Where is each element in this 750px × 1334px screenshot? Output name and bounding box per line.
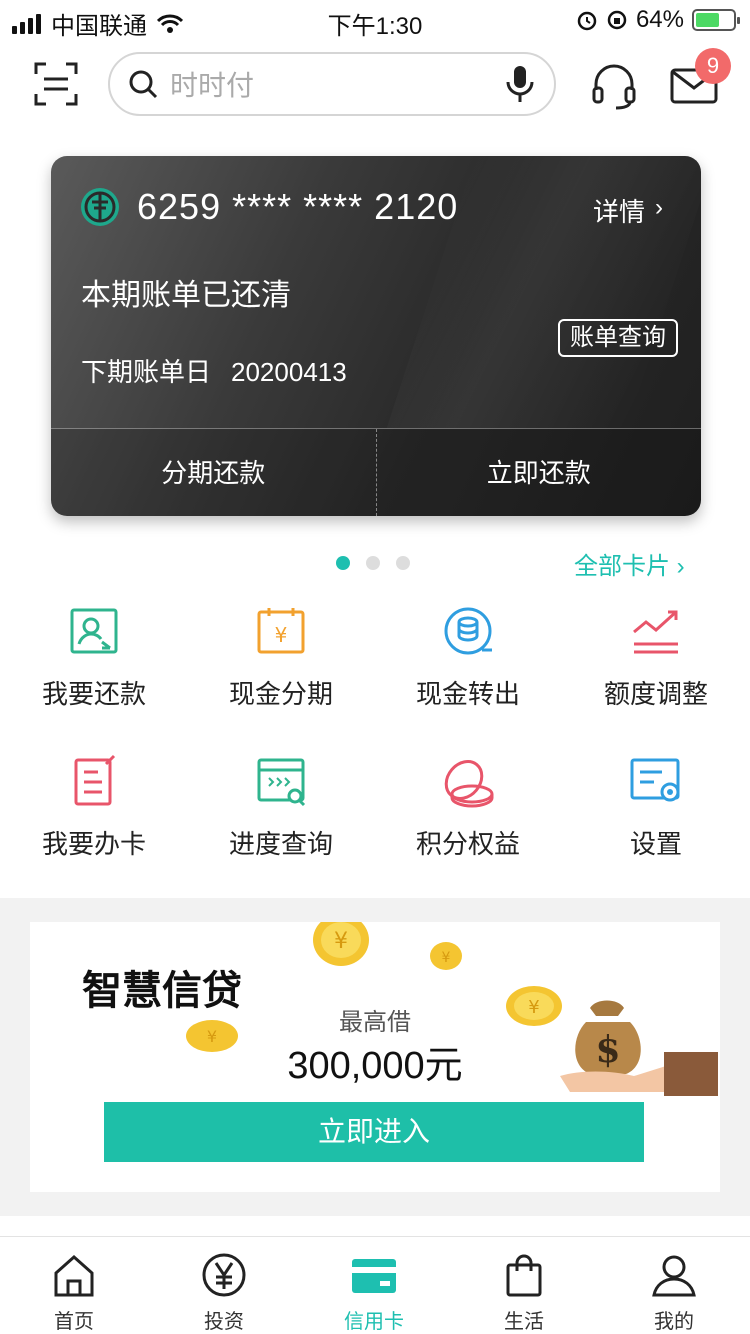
tab-label: 首页 — [54, 1311, 94, 1333]
search-input[interactable]: 时时付 — [108, 52, 556, 116]
tab-invest[interactable]: 投资 — [164, 1251, 284, 1334]
yen-icon — [202, 1253, 246, 1297]
grid-label: 我要办卡 — [41, 829, 146, 859]
user-icon — [652, 1255, 696, 1297]
tab-label: 投资 — [204, 1311, 244, 1333]
battery-icon — [692, 9, 740, 31]
svg-text:¥: ¥ — [275, 623, 288, 647]
smart-loan-banner[interactable]: ¥ ¥ ¥ ¥ $ 智慧信贷 最高借 300,000元 立即进入 — [30, 922, 720, 1192]
grid-item-repay[interactable]: 我要还款 — [0, 604, 188, 711]
grid-label: 积分权益 — [415, 829, 520, 859]
grid-item-progress-query[interactable]: 进度查询 — [187, 754, 375, 861]
message-badge: 9 — [695, 48, 731, 84]
tab-mine[interactable]: 我的 — [614, 1251, 734, 1334]
credit-card-panel[interactable]: 6259 **** **** 2120 详情 › 本期账单已还清 账单查询 下期… — [51, 156, 701, 516]
grid-item-cash-transfer[interactable]: 现金转出 — [374, 604, 562, 711]
tab-home[interactable]: 首页 — [14, 1251, 134, 1334]
grid-label: 进度查询 — [228, 829, 333, 859]
next-bill-label: 下期账单日 — [81, 357, 212, 387]
grid-item-settings[interactable]: 设置 — [562, 754, 750, 861]
microphone-icon[interactable] — [504, 64, 536, 104]
all-cards-label: 全部卡片 — [574, 553, 670, 580]
progress-query-icon — [257, 758, 306, 807]
next-bill: 下期账单日 20200413 — [81, 352, 347, 389]
pager-dot[interactable] — [336, 556, 350, 570]
status-bar: 中国联通 下午1:30 64% — [0, 0, 750, 40]
card-actions: 分期还款 立即还款 — [51, 428, 701, 516]
battery-percent: 64% — [635, 6, 684, 33]
pager-dot[interactable] — [396, 556, 410, 570]
tab-bar: 首页 投资 信用卡 生活 我的 — [0, 1236, 750, 1334]
bill-status: 本期账单已还清 — [81, 279, 291, 312]
svg-text:¥: ¥ — [442, 950, 451, 966]
tab-credit-card[interactable]: 信用卡 — [314, 1251, 434, 1334]
next-bill-date: 20200413 — [231, 357, 347, 387]
scan-icon[interactable] — [34, 62, 78, 106]
card-detail-label: 详情 — [592, 197, 645, 227]
alarm-icon — [577, 11, 597, 31]
enter-now-button[interactable]: 立即进入 — [104, 1102, 644, 1162]
shopping-bag-icon — [506, 1254, 542, 1297]
installment-repay-button[interactable]: 分期还款 — [51, 429, 376, 516]
coin-icon: ¥ — [313, 922, 369, 966]
credit-card-icon — [352, 1259, 396, 1293]
apply-card-icon — [74, 754, 116, 806]
bill-query-button[interactable]: 账单查询 — [558, 319, 678, 357]
bank-logo-icon — [81, 188, 119, 226]
coin-icon: ¥ — [430, 942, 462, 970]
tab-label: 生活 — [504, 1311, 544, 1333]
grid-label: 额度调整 — [603, 679, 708, 709]
grid-label: 设置 — [629, 829, 682, 859]
points-icon — [444, 760, 494, 808]
tab-label: 信用卡 — [344, 1311, 404, 1333]
card-number: 6259 **** **** 2120 — [137, 186, 459, 227]
grid-label: 我要还款 — [41, 679, 146, 709]
settings-icon — [630, 758, 680, 802]
search-icon — [129, 70, 158, 99]
card-pager — [336, 556, 410, 570]
tab-life[interactable]: 生活 — [464, 1251, 584, 1334]
cash-installment-icon: ¥ — [257, 608, 305, 654]
promo-amount: 300,000元 — [287, 1045, 463, 1087]
cash-transfer-icon — [444, 607, 492, 655]
grid-item-cash-installment[interactable]: ¥ 现金分期 — [187, 604, 375, 711]
grid-label: 现金分期 — [228, 679, 333, 709]
repay-icon — [70, 608, 118, 654]
orientation-lock-icon — [607, 10, 627, 30]
top-bar: 时时付 9 — [0, 48, 750, 116]
promo-subtitle: 最高借 — [339, 1009, 411, 1036]
repay-now-button[interactable]: 立即还款 — [377, 429, 702, 516]
card-detail-link[interactable]: 详情 — [593, 192, 645, 229]
grid-label: 现金转出 — [415, 679, 520, 709]
grid-item-limit-adjust[interactable]: 额度调整 — [562, 604, 750, 711]
chevron-right-icon: › — [676, 553, 685, 580]
grid-item-apply-card[interactable]: 我要办卡 — [0, 754, 188, 861]
home-icon — [54, 1254, 94, 1297]
chevron-right-icon: › — [655, 194, 663, 221]
pager-dot[interactable] — [366, 556, 380, 570]
limit-adjust-icon — [633, 610, 678, 654]
search-placeholder: 时时付 — [170, 70, 255, 101]
grid-item-points[interactable]: 积分权益 — [374, 754, 562, 861]
tab-label: 我的 — [654, 1311, 694, 1333]
all-cards-link[interactable]: 全部卡片 › — [574, 546, 685, 581]
svg-text:¥: ¥ — [334, 929, 348, 954]
customer-service-icon[interactable] — [590, 62, 638, 110]
